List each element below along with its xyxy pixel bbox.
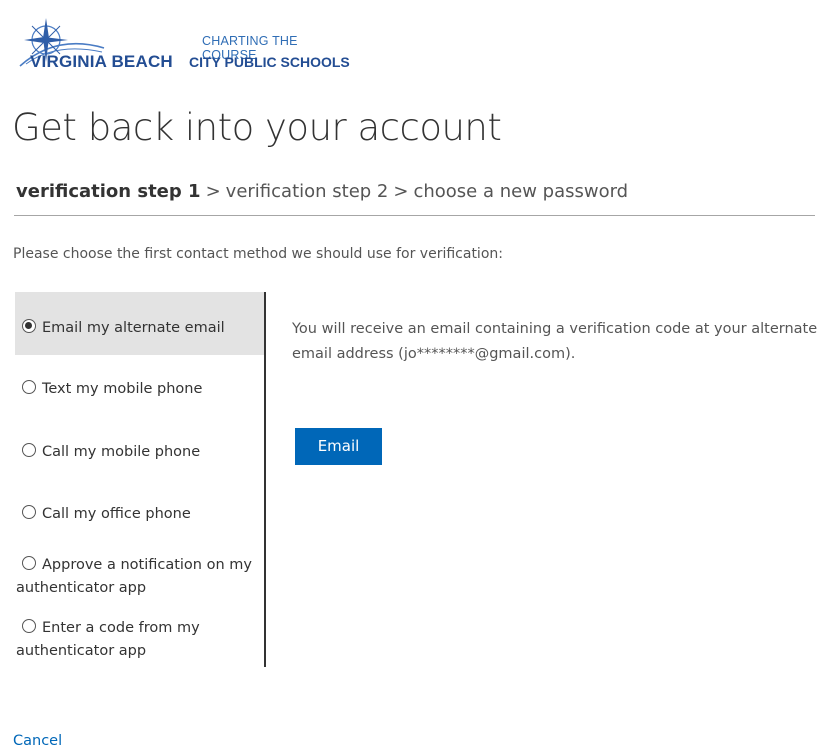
method-label-continued: authenticator app xyxy=(16,643,147,659)
method-label: Text my mobile phone xyxy=(42,381,203,397)
method-label: Approve a notification on my xyxy=(42,557,252,573)
radio-button-selected[interactable] xyxy=(22,319,36,333)
method-label: Enter a code from my xyxy=(42,620,200,636)
logo-name-right: CITY PUBLIC SCHOOLS xyxy=(189,54,350,70)
method-label: Call my mobile phone xyxy=(42,444,201,460)
step-2: verification step 2 xyxy=(225,181,389,202)
method-description: You will receive an email containing a v… xyxy=(292,321,818,362)
instruction-text: Please choose the first contact method w… xyxy=(13,246,503,262)
divider xyxy=(14,215,815,216)
method-label: Email my alternate email xyxy=(42,320,225,336)
method-label: Call my office phone xyxy=(42,506,191,522)
radio-button[interactable] xyxy=(22,556,36,570)
step-3: choose a new password xyxy=(413,181,629,202)
send-email-button[interactable]: Email xyxy=(295,428,382,465)
contact-method-list: Email my alternate email Text my mobile … xyxy=(15,292,266,667)
cancel-link[interactable]: Cancel xyxy=(13,733,62,749)
method-enter-code[interactable]: Enter a code from my authenticator app xyxy=(15,617,264,663)
radio-button[interactable] xyxy=(22,443,36,457)
radio-button[interactable] xyxy=(22,380,36,394)
logo-name-left: VIRGINIA BEACH xyxy=(30,52,173,71)
method-text-mobile[interactable]: Text my mobile phone xyxy=(15,378,264,401)
step-current: verification step 1 xyxy=(16,181,201,202)
method-call-mobile[interactable]: Call my mobile phone xyxy=(15,441,264,464)
method-call-office[interactable]: Call my office phone xyxy=(15,503,264,526)
method-approve-notification[interactable]: Approve a notification on my authenticat… xyxy=(15,554,264,600)
step-separator: > xyxy=(393,181,409,202)
method-label-continued: authenticator app xyxy=(16,580,147,596)
page-title: Get back into your account xyxy=(12,106,502,149)
radio-button[interactable] xyxy=(22,505,36,519)
radio-button[interactable] xyxy=(22,619,36,633)
school-logo: CHARTING THE COURSE VIRGINIA BEACH CITY … xyxy=(16,14,356,74)
step-separator: > xyxy=(205,181,221,202)
verification-steps-breadcrumb: verification step 1 > verification step 2 >… xyxy=(16,181,628,202)
method-email-alternate[interactable]: Email my alternate email xyxy=(15,292,264,355)
